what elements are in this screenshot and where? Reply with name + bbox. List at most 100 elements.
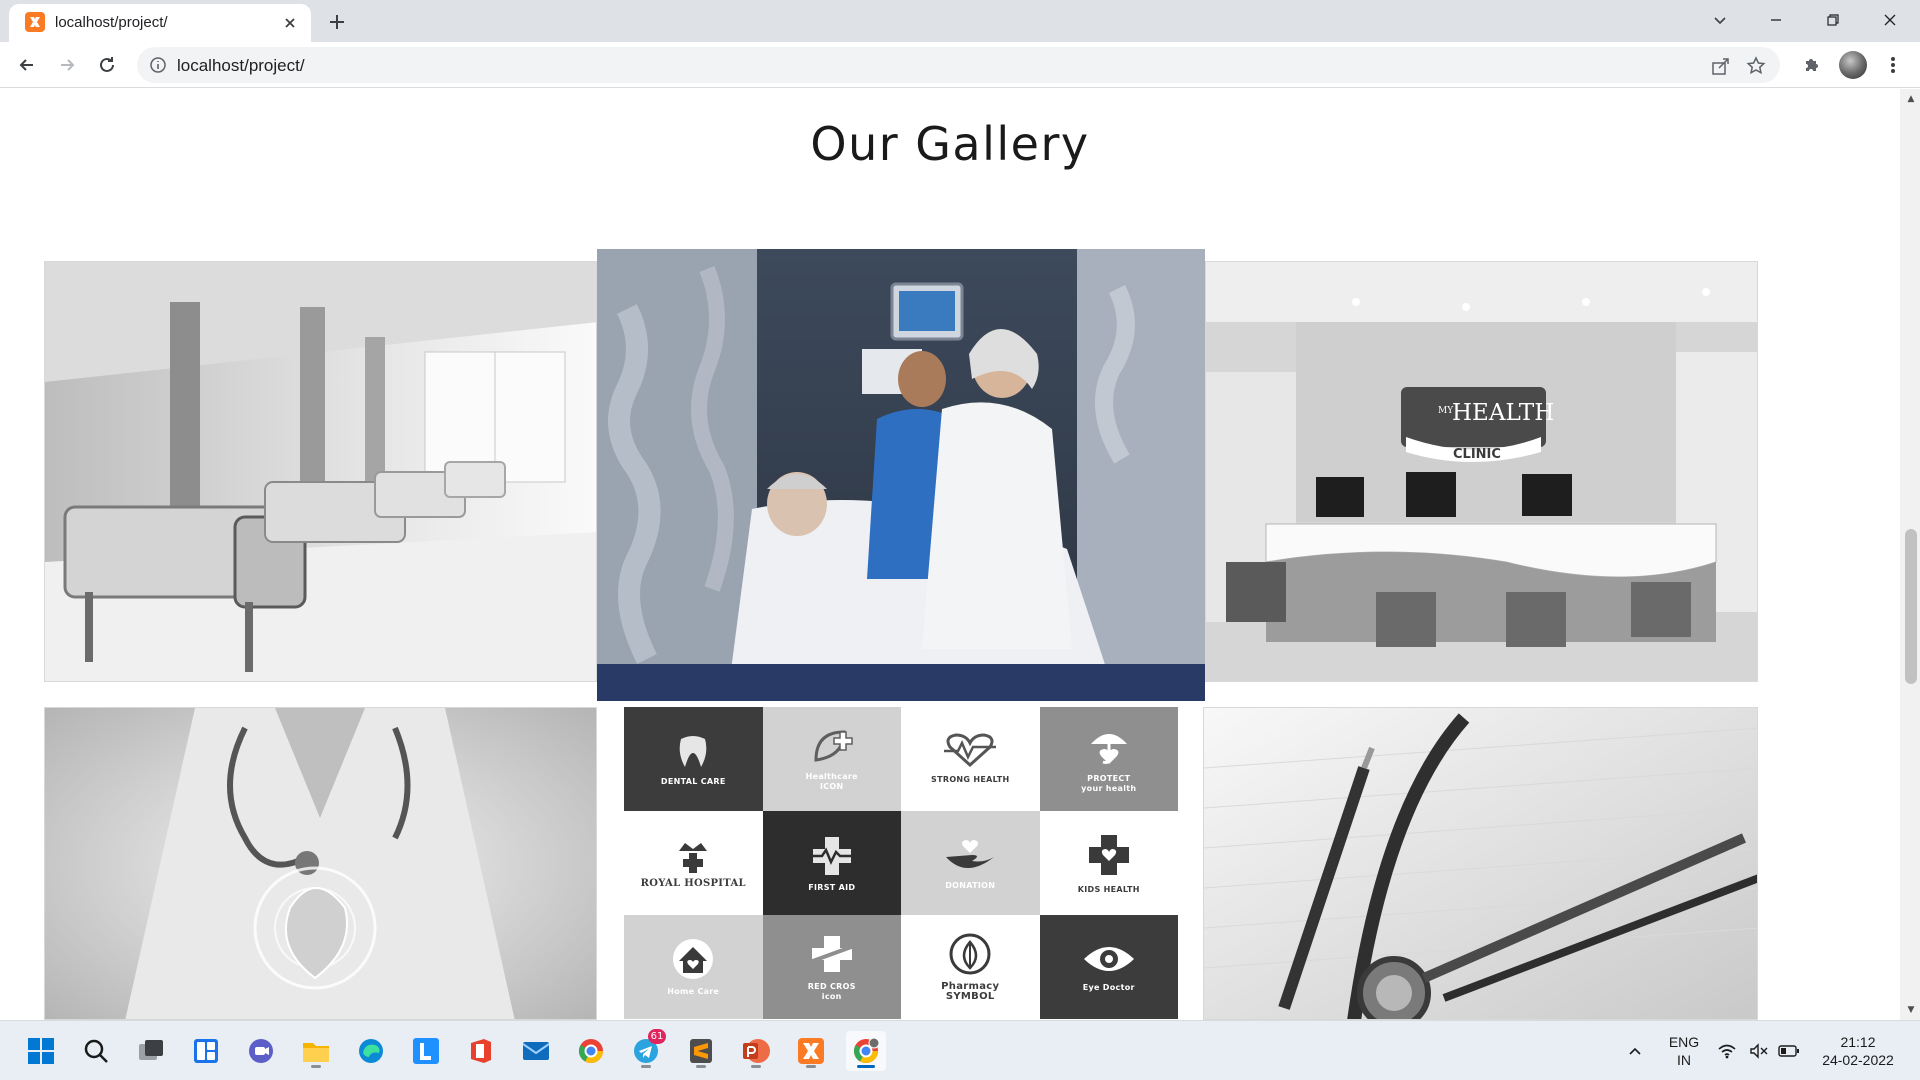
logo-label: STRONG HEALTH bbox=[931, 775, 1010, 784]
chrome-icon[interactable] bbox=[571, 1031, 611, 1071]
hand-heart-icon bbox=[946, 840, 995, 868]
logo-pharmacy-symbol: Pharmacy SYMBOL bbox=[901, 915, 1040, 1019]
powerpoint-icon[interactable] bbox=[736, 1031, 776, 1071]
scroll-down-arrow-icon[interactable]: ▼ bbox=[1905, 1004, 1917, 1016]
leaf-circle-icon bbox=[949, 933, 991, 975]
doctors-with-patient-photo[interactable] bbox=[597, 249, 1205, 701]
logo-label: FIRST AID bbox=[808, 883, 856, 892]
widgets-icon[interactable] bbox=[186, 1031, 226, 1071]
show-hidden-icons-chevron-icon[interactable] bbox=[1620, 1031, 1650, 1071]
scroll-thumb[interactable] bbox=[1905, 529, 1917, 684]
site-info-icon[interactable] bbox=[149, 56, 167, 78]
browser-toolbar: localhost/project/ bbox=[0, 42, 1920, 88]
sublime-text-icon[interactable] bbox=[681, 1031, 721, 1071]
leaf-cross-icon bbox=[814, 730, 853, 762]
sign-clinic-text: CLINIC bbox=[1453, 447, 1501, 462]
running-indicator bbox=[641, 1065, 651, 1068]
logo-label: Pharmacy SYMBOL bbox=[941, 981, 1000, 1002]
logo-label: Home Care bbox=[667, 987, 720, 996]
logo-label: DENTAL CARE bbox=[660, 777, 726, 786]
task-view-icon[interactable] bbox=[131, 1031, 171, 1071]
volume-muted-icon[interactable] bbox=[1744, 1031, 1774, 1071]
bookmark-star-icon[interactable] bbox=[1745, 55, 1767, 77]
mail-icon[interactable] bbox=[516, 1031, 556, 1071]
logo-red-cros-icon: RED CROS icon bbox=[762, 915, 901, 1019]
share-icon[interactable] bbox=[1710, 55, 1732, 77]
logo-label: PROTECT your health bbox=[1081, 774, 1137, 793]
address-bar[interactable]: localhost/project/ bbox=[137, 47, 1780, 83]
forward-arrow-icon[interactable] bbox=[53, 51, 81, 79]
file-explorer-icon[interactable] bbox=[296, 1031, 336, 1071]
start-windows-icon[interactable] bbox=[21, 1031, 61, 1071]
clock-time: 21:12 bbox=[1840, 1034, 1876, 1050]
logo-label: KIDS HEALTH bbox=[1077, 885, 1140, 894]
split-cross-icon bbox=[809, 936, 855, 972]
tab-search-chevron-icon[interactable] bbox=[1694, 0, 1746, 40]
umbrella-heart-icon bbox=[1090, 734, 1127, 764]
running-indicator bbox=[806, 1065, 816, 1068]
profile-avatar[interactable] bbox=[1839, 51, 1867, 79]
tab-strip: localhost/project/ bbox=[0, 0, 1920, 42]
medical-logos-grid[interactable]: DENTAL CARE Healthcare ICON STRONG HEALTH… bbox=[624, 707, 1178, 1020]
back-arrow-icon[interactable] bbox=[13, 51, 41, 79]
telegram-unread-badge: 61 bbox=[648, 1029, 666, 1044]
logo-royal-hospital: ROYAL HOSPITAL bbox=[624, 811, 763, 915]
logo-label: ROYAL HOSPITAL bbox=[640, 878, 746, 889]
running-indicator bbox=[311, 1065, 321, 1068]
hospital-ward-photo[interactable] bbox=[44, 261, 597, 682]
edge-browser-icon[interactable] bbox=[351, 1031, 391, 1071]
xampp-icon[interactable] bbox=[791, 1031, 831, 1071]
extensions-puzzle-icon[interactable] bbox=[1799, 52, 1825, 78]
tooth-icon bbox=[679, 736, 707, 767]
crown-cross-icon bbox=[679, 843, 708, 873]
telegram-icon[interactable]: 61 bbox=[626, 1029, 666, 1071]
active-indicator bbox=[857, 1065, 875, 1068]
logo-label: Healthcare ICON bbox=[805, 772, 858, 791]
logo-strong-health: STRONG HEALTH bbox=[901, 707, 1040, 811]
clock[interactable]: 21:12 24-02-2022 bbox=[1810, 1033, 1906, 1069]
doctor-heart-photo[interactable] bbox=[44, 707, 597, 1020]
l-app-icon[interactable] bbox=[406, 1031, 446, 1071]
menu-kebab-icon[interactable] bbox=[1880, 52, 1906, 78]
gallery-heading: Our Gallery bbox=[810, 117, 1090, 171]
url-text[interactable]: localhost/project/ bbox=[177, 56, 305, 76]
chrome-active-icon[interactable] bbox=[846, 1031, 886, 1071]
running-indicator bbox=[696, 1065, 706, 1068]
language-code: ENG bbox=[1668, 1034, 1700, 1050]
page-scrollbar[interactable]: ▲ ▼ bbox=[1900, 89, 1920, 1020]
page-viewport: Our Gallery MY HEALTH CLINIC DENTAL CARE… bbox=[0, 89, 1900, 1020]
reload-icon[interactable] bbox=[93, 51, 121, 79]
logo-dental-care: DENTAL CARE bbox=[624, 707, 763, 811]
windows-taskbar: 61 ENG IN 21:12 24-02-2022 bbox=[0, 1020, 1920, 1080]
scroll-up-arrow-icon[interactable]: ▲ bbox=[1905, 93, 1917, 105]
wifi-icon[interactable] bbox=[1712, 1031, 1742, 1071]
logo-label: DONATION bbox=[945, 881, 996, 890]
tab-close-icon[interactable] bbox=[281, 14, 299, 32]
clinic-reception-photo[interactable]: MY HEALTH CLINIC bbox=[1205, 261, 1758, 682]
logo-eye-doctor: Eye Doctor bbox=[1039, 915, 1178, 1019]
tab-title: localhost/project/ bbox=[55, 14, 168, 31]
logo-label: Eye Doctor bbox=[1082, 983, 1135, 992]
logo-kids-health: KIDS HEALTH bbox=[1039, 811, 1178, 915]
input-language-indicator[interactable]: ENG IN bbox=[1664, 1033, 1704, 1069]
new-tab-plus-icon[interactable] bbox=[325, 10, 349, 34]
minimize-icon[interactable] bbox=[1750, 0, 1802, 40]
battery-icon[interactable] bbox=[1774, 1031, 1804, 1071]
sign-health-text: HEALTH bbox=[1452, 400, 1554, 426]
logo-first-aid: FIRST AID bbox=[762, 811, 901, 915]
language-region: IN bbox=[1677, 1052, 1691, 1068]
restore-icon[interactable] bbox=[1807, 0, 1859, 40]
clock-date: 24-02-2022 bbox=[1822, 1052, 1894, 1068]
heartbeat-icon bbox=[944, 733, 997, 768]
close-window-icon[interactable] bbox=[1864, 0, 1916, 40]
eye-icon bbox=[1083, 947, 1134, 971]
stethoscope-pen-photo[interactable] bbox=[1203, 707, 1758, 1020]
running-indicator bbox=[751, 1065, 761, 1068]
teams-chat-icon[interactable] bbox=[241, 1031, 281, 1071]
browser-tab[interactable]: localhost/project/ bbox=[9, 4, 311, 42]
logo-protect-your-health: PROTECT your health bbox=[1039, 707, 1178, 811]
office-icon[interactable] bbox=[461, 1031, 501, 1071]
cross-pulse-icon bbox=[809, 837, 854, 875]
search-icon[interactable] bbox=[76, 1031, 116, 1071]
house-icon bbox=[673, 939, 714, 979]
